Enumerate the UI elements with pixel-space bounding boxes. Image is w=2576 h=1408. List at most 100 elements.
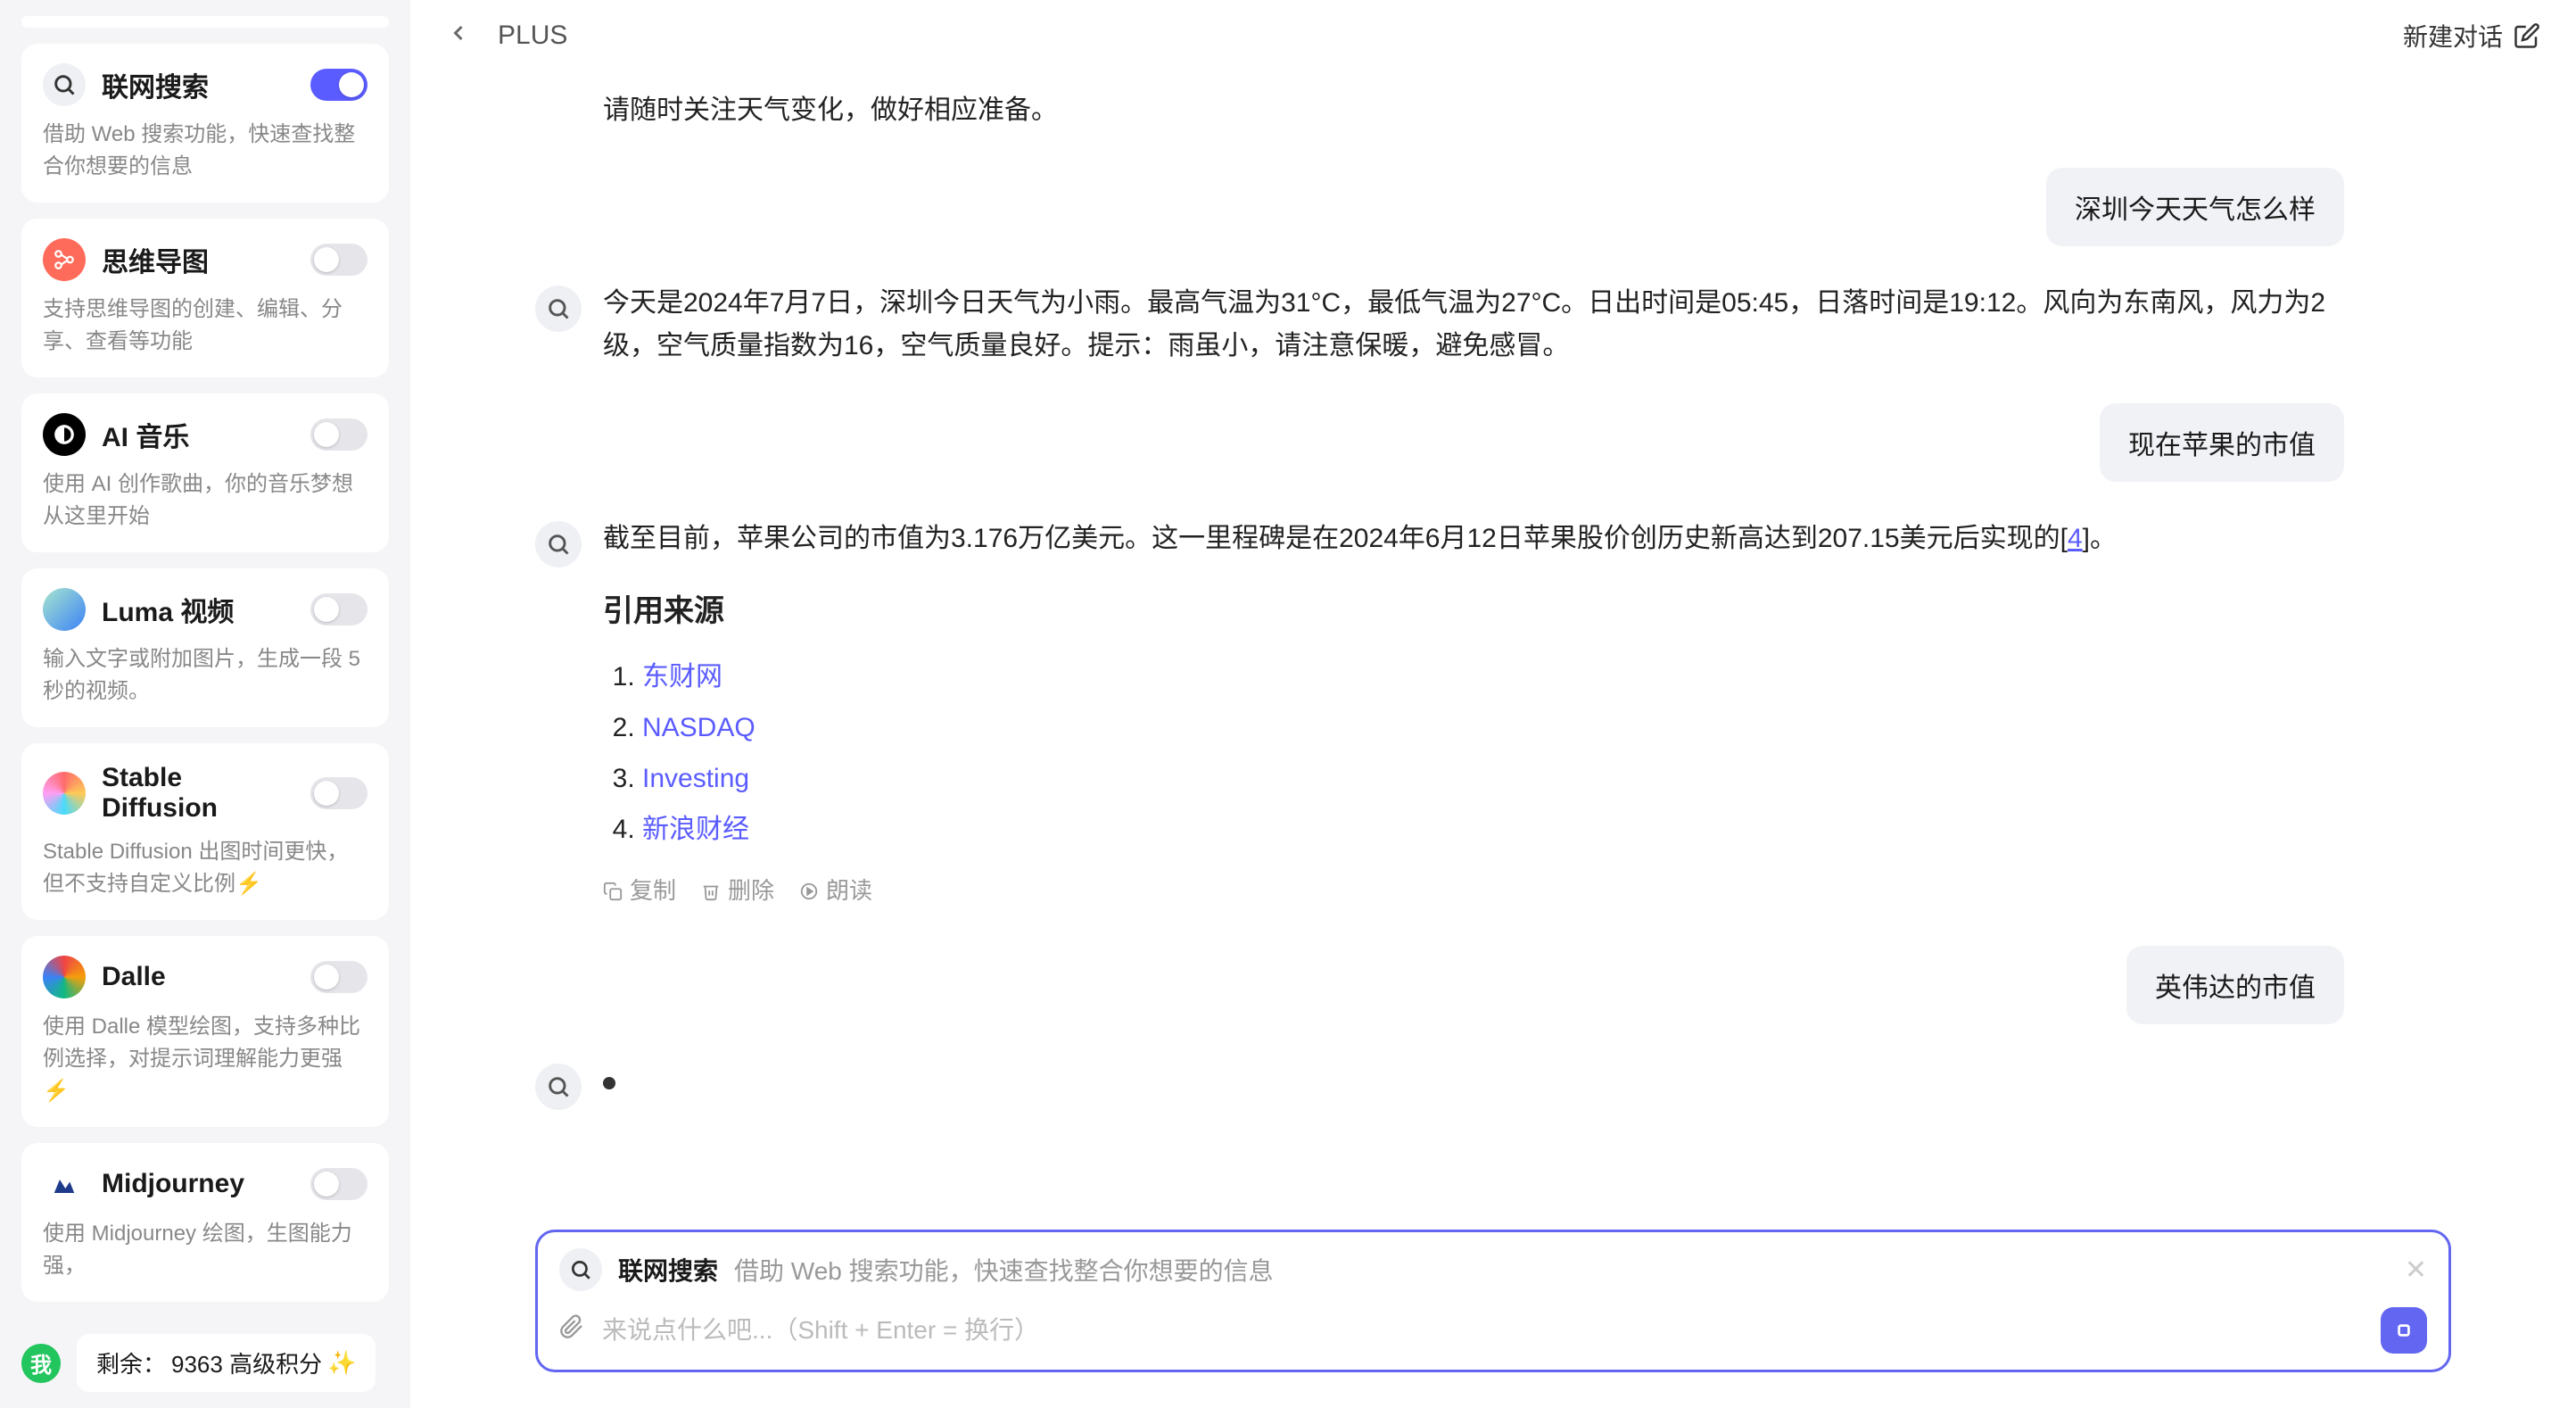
user-message: 英伟达的市值 — [2126, 946, 2344, 1024]
composer-plugin-chip: 联网搜索 借助 Web 搜索功能，快速查找整合你想要的信息 ✕ — [559, 1248, 2427, 1291]
plugin-title: Stable Diffusion — [102, 763, 294, 824]
plugin-icon — [43, 772, 86, 815]
user-bubble: 深圳今天天气怎么样 — [2046, 168, 2344, 246]
plugin-title: 联网搜索 — [102, 65, 294, 104]
plugin-desc: 输入文字或附加图片，生成一段 5 秒的视频。 — [43, 643, 367, 708]
back-button[interactable] — [446, 19, 471, 54]
plugin-card: 思维导图支持思维导图的创建、编辑、分享、查看等功能 — [21, 219, 389, 377]
user-message: 深圳今天天气怎么样 — [2046, 168, 2344, 246]
plugin-title: Midjourney — [102, 1169, 294, 1199]
plugin-card: Luma 视频输入文字或附加图片，生成一段 5 秒的视频。 — [21, 568, 389, 727]
search-icon — [535, 521, 582, 567]
message-body: 截至目前，苹果公司的市值为3.176万亿美元。这一里程碑是在2024年6月12日… — [603, 518, 2117, 910]
sidebar: 插件 对话 联网搜索借助 Web 搜索功能，快速查找整合你想要的信息思维导图支持… — [0, 0, 410, 1408]
plugin-icon — [43, 1163, 86, 1205]
plugin-icon — [43, 956, 86, 998]
user-bubble: 英伟达的市值 — [2126, 946, 2344, 1024]
composer-input[interactable] — [602, 1316, 2363, 1345]
sidebar-footer: 我 剩余： 9363 高级积分 ✨ — [21, 1318, 389, 1392]
search-icon — [535, 1064, 582, 1110]
plugin-card: AI 音乐使用 AI 创作歌曲，你的音乐梦想从这里开始 — [21, 393, 389, 552]
plugin-icon — [43, 63, 86, 106]
search-icon — [535, 286, 582, 332]
citation-list: 东财网 NASDAQ Investing 新浪财经 — [603, 651, 2117, 855]
plugin-icon — [43, 413, 86, 456]
sidebar-tabs: 插件 对话 — [21, 16, 389, 28]
citation-link[interactable]: 东财网 — [642, 662, 722, 692]
copy-button[interactable]: 复制 — [603, 873, 676, 910]
message-text: 截至目前，苹果公司的市值为3.176万亿美元。这一里程碑是在2024年6月12日… — [603, 524, 2068, 553]
delete-button[interactable]: 删除 — [701, 873, 774, 910]
close-icon[interactable]: ✕ — [2405, 1255, 2427, 1286]
plugin-toggle[interactable] — [310, 418, 367, 451]
plugin-desc: 使用 Dalle 模型绘图，支持多种比例选择，对提示词理解能力更强⚡ — [43, 1011, 367, 1107]
plugin-title: Dalle — [102, 962, 294, 992]
user-message: 现在苹果的市值 — [2100, 403, 2344, 482]
plugin-title: Luma 视频 — [102, 590, 294, 629]
composer: 联网搜索 借助 Web 搜索功能，快速查找整合你想要的信息 ✕ — [535, 1230, 2451, 1372]
trash-icon — [701, 882, 721, 901]
message-text: ]。 — [2083, 524, 2117, 553]
citation-ref[interactable]: 4 — [2068, 524, 2083, 553]
citation-item: Investing — [642, 753, 2117, 804]
plugin-card: Midjourney 使用 Midjourney 绘图，生图能力强， — [21, 1143, 389, 1302]
composer-plugin-desc: 借助 Web 搜索功能，快速查找整合你想要的信息 — [734, 1252, 2389, 1288]
tab-plugins[interactable]: 插件 — [21, 16, 205, 28]
edit-icon — [2514, 22, 2540, 49]
assistant-message: 今天是2024年7月7日，深圳今日天气为小雨。最高气温为31°C，最低气温为27… — [535, 282, 2344, 368]
credits-prefix: 剩余： — [96, 1346, 166, 1379]
assistant-message: 截至目前，苹果公司的市值为3.176万亿美元。这一里程碑是在2024年6月12日… — [535, 518, 2344, 910]
plugin-desc: 支持思维导图的创建、编辑、分享、查看等功能 — [43, 294, 367, 358]
credits-badge[interactable]: 剩余： 9363 高级积分 ✨ — [77, 1334, 376, 1392]
message-actions: 复制 删除 朗读 — [603, 873, 2117, 910]
chat-scroll[interactable]: 请随时关注天气变化，做好相应准备。 深圳今天天气怎么样 今天是2024年7月7日… — [410, 71, 2576, 1230]
composer-wrap: 联网搜索 借助 Web 搜索功能，快速查找整合你想要的信息 ✕ — [410, 1230, 2576, 1408]
topbar: PLUS 新建对话 — [410, 0, 2576, 71]
plugin-desc: Stable Diffusion 出图时间更快，但不支持自定义比例⚡ — [43, 836, 367, 900]
speaker-icon — [799, 882, 819, 901]
assistant-message: 请随时关注天气变化，做好相应准备。 — [535, 89, 2344, 132]
plugin-desc: 使用 AI 创作歌曲，你的音乐梦想从这里开始 — [43, 468, 367, 533]
search-icon — [559, 1248, 602, 1291]
citation-link[interactable]: NASDAQ — [642, 713, 755, 742]
assistant-message-loading — [535, 1060, 2344, 1110]
citation-item: 新浪财经 — [642, 804, 2117, 855]
composer-plugin-name: 联网搜索 — [618, 1252, 718, 1288]
tab-chat[interactable]: 对话 — [205, 16, 389, 28]
citation-link[interactable]: 新浪财经 — [642, 815, 749, 844]
message-text: 请随时关注天气变化，做好相应准备。 — [603, 89, 1058, 132]
plugin-title: AI 音乐 — [102, 415, 294, 454]
plugin-desc: 借助 Web 搜索功能，快速查找整合你想要的信息 — [43, 119, 367, 183]
stop-icon — [2392, 1319, 2415, 1342]
loading-indicator — [603, 1060, 615, 1103]
main: PLUS 新建对话 请随时关注天气变化，做好相应准备。 深圳今天天气怎么样 今天… — [410, 0, 2576, 1408]
citation-item: 东财网 — [642, 651, 2117, 702]
plugin-card: Dalle 使用 Dalle 模型绘图，支持多种比例选择，对提示词理解能力更强⚡ — [21, 936, 389, 1127]
plugin-card: Stable Diffusion Stable Diffusion 出图时间更快，… — [21, 743, 389, 920]
new-chat-button[interactable]: 新建对话 — [2403, 18, 2540, 54]
plugin-desc: 使用 Midjourney 绘图，生图能力强， — [43, 1218, 367, 1282]
plugin-toggle[interactable] — [310, 593, 367, 625]
avatar[interactable]: 我 — [21, 1344, 61, 1383]
plugin-toggle[interactable] — [310, 1168, 367, 1200]
loading-dot-icon — [603, 1077, 615, 1089]
user-bubble: 现在苹果的市值 — [2100, 403, 2344, 482]
plugin-card: 联网搜索借助 Web 搜索功能，快速查找整合你想要的信息 — [21, 44, 389, 203]
plugin-title: 思维导图 — [102, 240, 294, 279]
attach-icon[interactable] — [559, 1314, 584, 1346]
plugin-toggle[interactable] — [310, 961, 367, 993]
sparkle-icon: ✨ — [327, 1349, 356, 1377]
plugin-toggle[interactable] — [310, 777, 367, 809]
send-button[interactable] — [2381, 1307, 2427, 1354]
plugin-icon — [43, 238, 86, 281]
citation-item: NASDAQ — [642, 702, 2117, 753]
plugin-toggle[interactable] — [310, 244, 367, 276]
page-title: PLUS — [498, 21, 567, 51]
plugin-icon — [43, 588, 86, 631]
plugin-toggle[interactable] — [310, 69, 367, 101]
citation-link[interactable]: Investing — [642, 764, 749, 793]
composer-input-row — [559, 1307, 2427, 1354]
citation-title: 引用来源 — [603, 587, 2117, 635]
read-button[interactable]: 朗读 — [799, 873, 872, 910]
new-chat-label: 新建对话 — [2403, 18, 2503, 54]
